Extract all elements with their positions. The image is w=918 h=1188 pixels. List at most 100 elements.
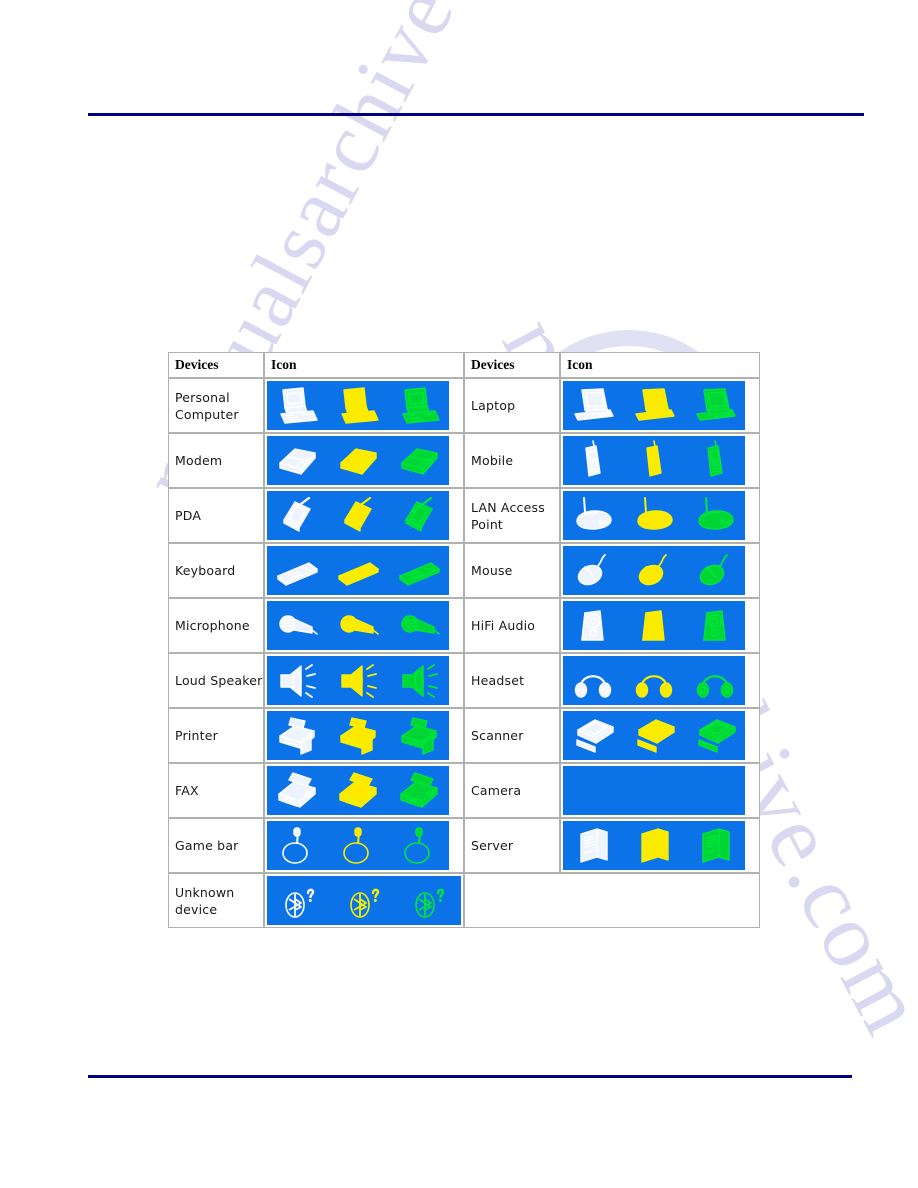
loudspeaker-icon-green [395, 659, 443, 703]
device-icons-left [264, 708, 464, 763]
table-row: Game bar Server [168, 818, 760, 873]
device-label-left: Modem [168, 433, 264, 488]
device-icons-right [560, 763, 760, 818]
device-icons-right [560, 488, 760, 543]
device-label-right: Server [464, 818, 560, 873]
pda-icon-green [395, 494, 443, 538]
device-icons-right [560, 653, 760, 708]
device-icons-left [264, 543, 464, 598]
device-icons-left [264, 488, 464, 543]
device-label-right: Mouse [464, 543, 560, 598]
loudspeaker-icon-yellow [334, 659, 382, 703]
fax-icon-white [273, 769, 321, 813]
headset-icon-green [691, 659, 739, 703]
device-label-left: Unknown device [168, 873, 264, 928]
device-label-left: Game bar [168, 818, 264, 873]
icon-strip [267, 491, 449, 540]
pda-icon-yellow [334, 494, 382, 538]
table-row: Unknown device [168, 873, 760, 928]
device-label-right: Headset [464, 653, 560, 708]
microphone-icon-yellow [334, 604, 382, 648]
mouse-icon-white [569, 549, 617, 593]
icon-strip [267, 876, 461, 925]
printer-icon-yellow [334, 714, 382, 758]
joystick-icon-yellow [334, 824, 382, 868]
scanner-icon-green [691, 714, 739, 758]
device-icons-left [264, 378, 464, 433]
table-row: PDA LAN Access Point [168, 488, 760, 543]
keyboard-icon-green [395, 549, 443, 593]
device-icons-right [560, 818, 760, 873]
table-row: FAX Camera [168, 763, 760, 818]
device-label-left: PDA [168, 488, 264, 543]
device-label-left: Microphone [168, 598, 264, 653]
column-header-devices-left: Devices [168, 352, 264, 378]
mouse-icon-yellow [630, 549, 678, 593]
device-label-right: Camera [464, 763, 560, 818]
unknown-device-icon-white [275, 879, 323, 923]
icon-strip [267, 601, 449, 650]
modem-icon-yellow [334, 439, 382, 483]
device-icons-right [560, 433, 760, 488]
scanner-icon-yellow [630, 714, 678, 758]
device-icons-left [264, 873, 464, 928]
modem-icon-green [395, 439, 443, 483]
device-label-left: FAX [168, 763, 264, 818]
modem-icon-white [273, 439, 321, 483]
desktop-computer-icon-yellow [334, 384, 382, 428]
printer-icon-green [395, 714, 443, 758]
server-icon-white [569, 824, 617, 868]
device-icons-right [560, 708, 760, 763]
desktop-computer-icon-green [395, 384, 443, 428]
icon-strip [267, 656, 449, 705]
fax-icon-yellow [334, 769, 382, 813]
hifi-audio-icon-yellow [630, 604, 678, 648]
printer-icon-white [273, 714, 321, 758]
device-label-right: LAN Access Point [464, 488, 560, 543]
microphone-icon-white [273, 604, 321, 648]
lan-access-point-icon-white [569, 494, 617, 538]
icon-strip [267, 711, 449, 760]
icon-strip [563, 436, 745, 485]
icon-strip [563, 381, 745, 430]
scanner-icon-white [569, 714, 617, 758]
footer-rule [88, 1075, 852, 1078]
server-icon-yellow [630, 824, 678, 868]
laptop-icon-yellow [630, 384, 678, 428]
unknown-device-icon-green [405, 879, 453, 923]
header-rule [88, 113, 864, 116]
column-header-devices-right: Devices [464, 352, 560, 378]
table-header-row: Devices Icon Devices Icon [168, 352, 760, 378]
keyboard-icon-white [273, 549, 321, 593]
icon-strip [267, 766, 449, 815]
keyboard-icon-yellow [334, 549, 382, 593]
device-icons-left [264, 653, 464, 708]
server-icon-green [691, 824, 739, 868]
joystick-icon-white [273, 824, 321, 868]
laptop-icon-white [569, 384, 617, 428]
headset-icon-yellow [630, 659, 678, 703]
icon-strip [563, 766, 745, 815]
device-icons-left [264, 598, 464, 653]
device-icons-left [264, 818, 464, 873]
icon-strip [267, 546, 449, 595]
fax-icon-green [395, 769, 443, 813]
device-icons-left [264, 433, 464, 488]
mouse-icon-green [691, 549, 739, 593]
icon-strip [563, 546, 745, 595]
unknown-device-icon-yellow [340, 879, 388, 923]
icon-strip [267, 436, 449, 485]
column-header-icon-left: Icon [264, 352, 464, 378]
icon-strip [563, 601, 745, 650]
device-label-left: Keyboard [168, 543, 264, 598]
lan-access-point-icon-yellow [630, 494, 678, 538]
device-icons-right [560, 378, 760, 433]
mobile-phone-icon-yellow [630, 439, 678, 483]
laptop-icon-green [691, 384, 739, 428]
icon-strip [563, 491, 745, 540]
lan-access-point-icon-green [691, 494, 739, 538]
headset-icon-white [569, 659, 617, 703]
device-label-right: Scanner [464, 708, 560, 763]
device-label-left: Personal Computer [168, 378, 264, 433]
empty-cell [464, 873, 760, 928]
